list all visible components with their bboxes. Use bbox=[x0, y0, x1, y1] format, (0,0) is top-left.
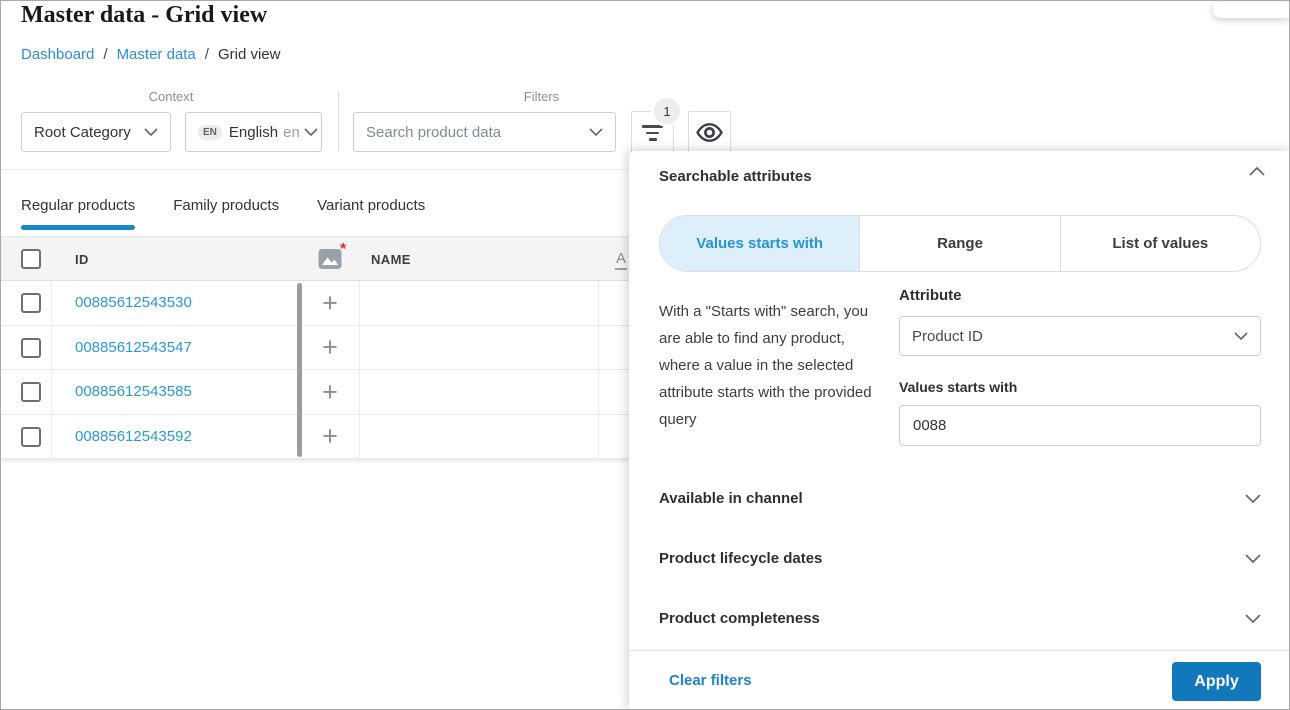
table-row: 00885612543530 + bbox=[1, 281, 629, 326]
app-window: Master data - Grid view Dashboard / Mast… bbox=[0, 0, 1290, 710]
accordion-product-completeness[interactable]: Product completeness bbox=[659, 601, 1261, 635]
chevron-down-icon bbox=[144, 128, 158, 136]
panel-section-title: Searchable attributes bbox=[659, 168, 812, 185]
tab-regular-products[interactable]: Regular products bbox=[21, 197, 135, 230]
row-checkbox[interactable] bbox=[21, 382, 41, 402]
chevron-down-icon bbox=[1245, 614, 1261, 623]
chevron-down-icon bbox=[304, 128, 318, 136]
filter-count-badge: 1 bbox=[654, 98, 680, 124]
locale-code: en bbox=[283, 124, 300, 141]
column-resize-handle[interactable] bbox=[297, 283, 302, 457]
chevron-down-icon bbox=[1234, 332, 1248, 340]
table-row: 00885612543585 + bbox=[1, 370, 629, 415]
grid-body: 00885612543530 + 00885612543547 + 008856… bbox=[1, 281, 629, 459]
table-row: 00885612543592 + bbox=[1, 415, 629, 460]
image-column-icon bbox=[318, 247, 342, 276]
add-image-button[interactable]: + bbox=[315, 330, 345, 366]
attribute-select[interactable]: Product ID bbox=[899, 316, 1261, 356]
view-settings-button[interactable] bbox=[688, 111, 731, 154]
context-group-label: Context bbox=[21, 89, 321, 104]
row-checkbox[interactable] bbox=[21, 427, 41, 447]
chevron-down-icon bbox=[589, 128, 603, 136]
values-starts-with-input[interactable] bbox=[899, 405, 1261, 446]
mode-tab-list-of-values[interactable]: List of values bbox=[1060, 216, 1260, 271]
breadcrumb: Dashboard / Master data / Grid view bbox=[21, 46, 280, 63]
accordion-product-lifecycle-dates[interactable]: Product lifecycle dates bbox=[659, 541, 1261, 575]
chevron-down-icon bbox=[1245, 494, 1261, 503]
panel-footer: Clear filters Apply bbox=[629, 650, 1290, 710]
filter-panel: Searchable attributes Values starts with… bbox=[629, 151, 1290, 710]
product-id-link[interactable]: 00885612543592 bbox=[75, 428, 192, 445]
chevron-up-icon[interactable] bbox=[1249, 167, 1265, 176]
attribute-label: Attribute bbox=[899, 287, 962, 304]
product-id-link[interactable]: 00885612543547 bbox=[75, 339, 192, 356]
breadcrumb-separator: / bbox=[103, 46, 107, 63]
locale-select[interactable]: EN English en bbox=[185, 112, 322, 152]
add-image-button[interactable]: + bbox=[315, 374, 345, 410]
apply-button[interactable]: Apply bbox=[1172, 662, 1261, 701]
tab-family-products[interactable]: Family products bbox=[173, 197, 279, 230]
corner-popover-remnant bbox=[1213, 2, 1289, 18]
column-divider bbox=[359, 281, 360, 459]
category-select[interactable]: Root Category bbox=[21, 112, 171, 152]
mode-tab-range[interactable]: Range bbox=[859, 216, 1059, 271]
toolbar-rule bbox=[1, 169, 629, 170]
tab-variant-products[interactable]: Variant products bbox=[317, 197, 425, 230]
column-divider bbox=[51, 281, 52, 459]
column-header-id[interactable]: ID bbox=[75, 252, 89, 267]
add-image-button[interactable]: + bbox=[315, 285, 345, 321]
row-checkbox[interactable] bbox=[21, 338, 41, 358]
add-image-button[interactable]: + bbox=[315, 419, 345, 455]
select-all-checkbox[interactable] bbox=[21, 249, 41, 269]
column-header-partial[interactable]: A bbox=[615, 250, 627, 270]
attribute-select-value: Product ID bbox=[912, 328, 983, 345]
category-select-value: Root Category bbox=[34, 124, 131, 141]
breadcrumb-separator: / bbox=[205, 46, 209, 63]
values-starts-with-label: Values starts with bbox=[899, 379, 1017, 395]
breadcrumb-master-data[interactable]: Master data bbox=[117, 46, 196, 63]
grid-header-row: ID * NAME A bbox=[1, 236, 629, 281]
breadcrumb-dashboard[interactable]: Dashboard bbox=[21, 46, 94, 63]
breadcrumb-grid-view: Grid view bbox=[218, 46, 281, 63]
product-type-tabs: Regular products Family products Variant… bbox=[21, 197, 425, 230]
eye-icon bbox=[696, 123, 723, 142]
search-mode-description: With a "Starts with" search, you are abl… bbox=[659, 298, 879, 433]
filter-icon bbox=[642, 125, 663, 141]
table-row: 00885612543547 + bbox=[1, 326, 629, 371]
locale-select-value: English bbox=[229, 124, 278, 141]
column-divider bbox=[598, 281, 599, 459]
product-id-link[interactable]: 00885612543530 bbox=[75, 294, 192, 311]
row-checkbox[interactable] bbox=[21, 293, 41, 313]
mode-tab-values-starts-with[interactable]: Values starts with bbox=[660, 216, 859, 271]
locale-flag-badge: EN bbox=[198, 125, 222, 140]
column-header-name[interactable]: NAME bbox=[371, 252, 411, 267]
search-mode-tabs: Values starts with Range List of values bbox=[659, 215, 1261, 272]
search-product-data-select[interactable]: Search product data bbox=[353, 112, 616, 152]
clear-filters-link[interactable]: Clear filters bbox=[669, 672, 752, 689]
page-title: Master data - Grid view bbox=[21, 2, 267, 29]
required-asterisk: * bbox=[340, 241, 346, 259]
product-id-link[interactable]: 00885612543585 bbox=[75, 383, 192, 400]
toolbar-divider bbox=[338, 91, 339, 151]
search-select-placeholder: Search product data bbox=[366, 124, 501, 141]
chevron-down-icon bbox=[1245, 554, 1261, 563]
accordion-available-in-channel[interactable]: Available in channel bbox=[659, 481, 1261, 515]
